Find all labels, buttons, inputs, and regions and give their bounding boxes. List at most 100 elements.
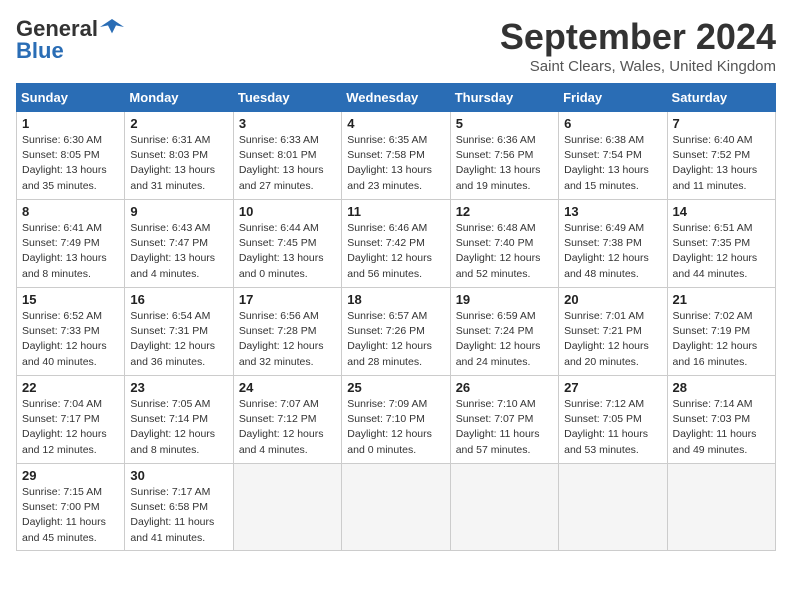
day-detail: Sunrise: 6:46 AMSunset: 7:42 PMDaylight:… — [347, 221, 444, 282]
day-detail: Sunrise: 6:40 AMSunset: 7:52 PMDaylight:… — [673, 133, 770, 194]
day-detail: Sunrise: 6:48 AMSunset: 7:40 PMDaylight:… — [456, 221, 553, 282]
day-number: 14 — [673, 204, 770, 219]
day-detail: Sunrise: 7:14 AMSunset: 7:03 PMDaylight:… — [673, 397, 770, 458]
col-sunday: Sunday — [17, 84, 125, 112]
table-row: 18Sunrise: 6:57 AMSunset: 7:26 PMDayligh… — [342, 288, 450, 376]
day-number: 15 — [22, 292, 119, 307]
day-detail: Sunrise: 6:59 AMSunset: 7:24 PMDaylight:… — [456, 309, 553, 370]
col-tuesday: Tuesday — [233, 84, 341, 112]
day-number: 19 — [456, 292, 553, 307]
table-row: 28 Sunrise: 7:14 AMSunset: 7:03 PMDayligh… — [667, 376, 775, 464]
day-detail: Sunrise: 6:57 AMSunset: 7:26 PMDaylight:… — [347, 309, 444, 370]
calendar-header-row: Sunday Monday Tuesday Wednesday Thursday… — [17, 84, 776, 112]
day-detail: Sunrise: 7:02 AMSunset: 7:19 PMDaylight:… — [673, 309, 770, 370]
table-row: 1 Sunrise: 6:30 AMSunset: 8:05 PMDaylight… — [17, 112, 125, 200]
table-row: 10Sunrise: 6:44 AMSunset: 7:45 PMDayligh… — [233, 200, 341, 288]
logo: General Blue — [16, 16, 124, 64]
day-detail: Sunrise: 6:30 AMSunset: 8:05 PMDaylight:… — [22, 133, 119, 194]
table-row: 11 Sunrise: 6:46 AMSunset: 7:42 PMDayligh… — [342, 200, 450, 288]
day-number: 1 — [22, 116, 119, 131]
table-row: 29 Sunrise: 7:15 AMSunset: 7:00 PMDayligh… — [17, 464, 125, 551]
day-number: 29 — [22, 468, 119, 483]
table-row — [559, 464, 667, 551]
table-row: 2 Sunrise: 6:31 AMSunset: 8:03 PMDaylight… — [125, 112, 233, 200]
day-number: 2 — [130, 116, 227, 131]
table-row: 9 Sunrise: 6:43 AMSunset: 7:47 PMDaylight… — [125, 200, 233, 288]
day-number: 17 — [239, 292, 336, 307]
day-detail: Sunrise: 6:56 AMSunset: 7:28 PMDaylight:… — [239, 309, 336, 370]
col-saturday: Saturday — [667, 84, 775, 112]
day-number: 22 — [22, 380, 119, 395]
table-row — [233, 464, 341, 551]
day-detail: Sunrise: 7:07 AMSunset: 7:12 PMDaylight:… — [239, 397, 336, 458]
day-number: 5 — [456, 116, 553, 131]
table-row: 27 Sunrise: 7:12 AMSunset: 7:05 PMDayligh… — [559, 376, 667, 464]
day-number: 4 — [347, 116, 444, 131]
day-number: 20 — [564, 292, 661, 307]
col-monday: Monday — [125, 84, 233, 112]
col-friday: Friday — [559, 84, 667, 112]
location: Saint Clears, Wales, United Kingdom — [500, 58, 776, 75]
table-row: 24 Sunrise: 7:07 AMSunset: 7:12 PMDayligh… — [233, 376, 341, 464]
day-detail: Sunrise: 7:17 AMSunset: 6:58 PMDaylight:… — [130, 485, 227, 546]
table-row: 20Sunrise: 7:01 AMSunset: 7:21 PMDayligh… — [559, 288, 667, 376]
day-number: 6 — [564, 116, 661, 131]
day-detail: Sunrise: 7:12 AMSunset: 7:05 PMDaylight:… — [564, 397, 661, 458]
day-detail: Sunrise: 6:33 AMSunset: 8:01 PMDaylight:… — [239, 133, 336, 194]
day-number: 30 — [130, 468, 227, 483]
table-row: 6 Sunrise: 6:38 AMSunset: 7:54 PMDaylight… — [559, 112, 667, 200]
day-detail: Sunrise: 7:05 AMSunset: 7:14 PMDaylight:… — [130, 397, 227, 458]
month-title: September 2024 — [500, 16, 776, 58]
day-number: 23 — [130, 380, 227, 395]
day-number: 11 — [347, 204, 444, 219]
day-detail: Sunrise: 6:31 AMSunset: 8:03 PMDaylight:… — [130, 133, 227, 194]
day-detail: Sunrise: 7:15 AMSunset: 7:00 PMDaylight:… — [22, 485, 119, 546]
day-number: 16 — [130, 292, 227, 307]
table-row: 26 Sunrise: 7:10 AMSunset: 7:07 PMDayligh… — [450, 376, 558, 464]
day-number: 27 — [564, 380, 661, 395]
day-number: 7 — [673, 116, 770, 131]
logo-blue: Blue — [16, 38, 64, 64]
day-number: 10 — [239, 204, 336, 219]
day-detail: Sunrise: 6:54 AMSunset: 7:31 PMDaylight:… — [130, 309, 227, 370]
table-row: 22 Sunrise: 7:04 AMSunset: 7:17 PMDayligh… — [17, 376, 125, 464]
table-row: 30 Sunrise: 7:17 AMSunset: 6:58 PMDayligh… — [125, 464, 233, 551]
day-detail: Sunrise: 6:36 AMSunset: 7:56 PMDaylight:… — [456, 133, 553, 194]
day-detail: Sunrise: 6:35 AMSunset: 7:58 PMDaylight:… — [347, 133, 444, 194]
day-detail: Sunrise: 7:04 AMSunset: 7:17 PMDaylight:… — [22, 397, 119, 458]
day-number: 24 — [239, 380, 336, 395]
table-row: 5 Sunrise: 6:36 AMSunset: 7:56 PMDaylight… — [450, 112, 558, 200]
table-row: 23 Sunrise: 7:05 AMSunset: 7:14 PMDayligh… — [125, 376, 233, 464]
day-number: 8 — [22, 204, 119, 219]
day-number: 28 — [673, 380, 770, 395]
table-row — [342, 464, 450, 551]
table-row: 4 Sunrise: 6:35 AMSunset: 7:58 PMDaylight… — [342, 112, 450, 200]
table-row: 19 Sunrise: 6:59 AMSunset: 7:24 PMDayligh… — [450, 288, 558, 376]
day-detail: Sunrise: 7:10 AMSunset: 7:07 PMDaylight:… — [456, 397, 553, 458]
table-row: 12 Sunrise: 6:48 AMSunset: 7:40 PMDayligh… — [450, 200, 558, 288]
table-row: 7 Sunrise: 6:40 AMSunset: 7:52 PMDaylight… — [667, 112, 775, 200]
table-row: 16 Sunrise: 6:54 AMSunset: 7:31 PMDayligh… — [125, 288, 233, 376]
col-wednesday: Wednesday — [342, 84, 450, 112]
table-row: 21 Sunrise: 7:02 AMSunset: 7:19 PMDayligh… — [667, 288, 775, 376]
col-thursday: Thursday — [450, 84, 558, 112]
day-detail: Sunrise: 6:51 AMSunset: 7:35 PMDaylight:… — [673, 221, 770, 282]
day-number: 3 — [239, 116, 336, 131]
table-row: 17 Sunrise: 6:56 AMSunset: 7:28 PMDayligh… — [233, 288, 341, 376]
day-detail: Sunrise: 6:38 AMSunset: 7:54 PMDaylight:… — [564, 133, 661, 194]
day-detail: Sunrise: 6:52 AMSunset: 7:33 PMDaylight:… — [22, 309, 119, 370]
day-number: 12 — [456, 204, 553, 219]
table-row: 3 Sunrise: 6:33 AMSunset: 8:01 PMDaylight… — [233, 112, 341, 200]
table-row: 14 Sunrise: 6:51 AMSunset: 7:35 PMDayligh… — [667, 200, 775, 288]
table-row: 8Sunrise: 6:41 AMSunset: 7:49 PMDaylight… — [17, 200, 125, 288]
table-row — [450, 464, 558, 551]
table-row: 25Sunrise: 7:09 AMSunset: 7:10 PMDayligh… — [342, 376, 450, 464]
day-number: 9 — [130, 204, 227, 219]
table-row: 13Sunrise: 6:49 AMSunset: 7:38 PMDayligh… — [559, 200, 667, 288]
day-number: 21 — [673, 292, 770, 307]
table-row — [667, 464, 775, 551]
table-row: 15 Sunrise: 6:52 AMSunset: 7:33 PMDayligh… — [17, 288, 125, 376]
day-number: 26 — [456, 380, 553, 395]
day-detail: Sunrise: 6:43 AMSunset: 7:47 PMDaylight:… — [130, 221, 227, 282]
day-number: 13 — [564, 204, 661, 219]
